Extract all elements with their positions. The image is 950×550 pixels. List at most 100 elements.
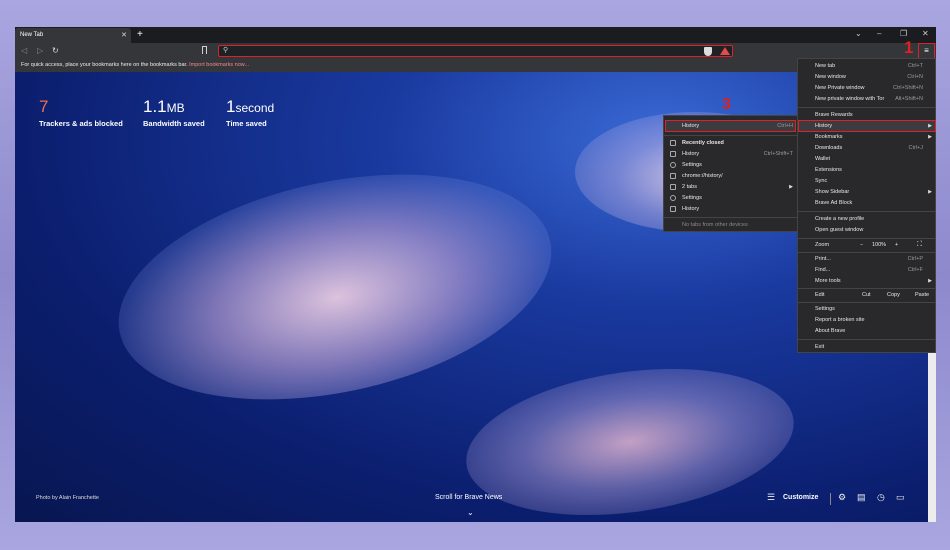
menu-brave-ad-block[interactable]: Brave Ad Block [815,200,852,206]
menu-find-shortcut: Ctrl+F [907,267,923,273]
menu-print[interactable]: Print... [815,256,831,262]
fullscreen-icon[interactable]: ⛶ [917,241,922,249]
photo-credit[interactable]: Photo by Alain Franchette [36,495,99,501]
menu-divider [798,288,935,289]
edit-paste-button[interactable]: Paste [915,292,929,298]
stat-trackers-value: 7 [39,97,49,116]
menu-new-tab-shortcut: Ctrl+T [907,63,923,69]
submenu-history[interactable]: History [682,123,699,129]
menu-settings[interactable]: Settings [815,306,835,312]
main-menu: New tab Ctrl+T New window Ctrl+N New Pri… [797,58,936,353]
bookmark-icon[interactable] [202,46,207,54]
menu-extensions[interactable]: Extensions [815,167,842,173]
customize-icon[interactable]: ☰ [767,492,775,503]
menu-brave-rewards[interactable]: Brave Rewards [815,112,853,118]
menu-create-profile[interactable]: Create a new profile [815,216,864,222]
stat-bandwidth-value: 1.1MB [143,97,185,116]
zoom-in-button[interactable]: + [895,242,898,248]
address-bar[interactable]: ⚲ [218,45,733,57]
submenu-item-2-tabs[interactable]: 2 tabs [682,184,697,190]
sidebar-arrow-icon: ▶ [928,189,932,195]
tabs-icon [670,184,676,190]
submenu-item-history[interactable]: History [682,151,699,157]
history-page-icon [670,151,676,157]
stat-trackers-label: Trackers & ads blocked [39,119,123,128]
submenu-item-chrome-history[interactable]: chrome://history/ [682,173,723,179]
menu-exit[interactable]: Exit [815,344,824,350]
menu-guest-window[interactable]: Open guest window [815,227,863,233]
menu-new-tab[interactable]: New tab [815,63,835,69]
menu-new-private-window[interactable]: New Private window [815,85,865,91]
submenu-item-settings-2[interactable]: Settings [682,195,702,201]
tab-new-tab[interactable]: New Tab ✕ [15,28,131,43]
divider [830,493,831,505]
submenu-item-history-2[interactable]: History [682,206,699,212]
tab-search-icon[interactable]: ⌄ [855,29,862,38]
menu-find[interactable]: Find... [815,267,830,273]
history-page-icon [670,173,676,179]
stat-time-label: Time saved [226,119,267,128]
zoom-out-button[interactable]: − [860,242,863,248]
chevron-down-icon[interactable]: ⌄ [467,508,474,517]
submenu-divider [664,135,797,136]
menu-report-broken-site[interactable]: Report a broken site [815,317,865,323]
no-tabs-message: No tabs from other devices [682,222,748,228]
import-bookmarks-link[interactable]: Import bookmarks now... [189,62,249,68]
background-photo-jelly-3 [456,349,804,522]
brave-rewards-icon[interactable] [720,47,730,55]
tab-close-icon[interactable]: ✕ [121,31,127,39]
scroll-for-news[interactable]: Scroll for Brave News [435,494,502,501]
stat-bandwidth: 1.1MB Bandwidth saved [143,97,205,128]
more-tools-arrow-icon: ▶ [928,278,932,284]
menu-new-private-tor-shortcut: Alt+Shift+N [895,96,923,102]
menu-show-sidebar[interactable]: Show Sidebar [815,189,849,195]
stat-trackers: 7 Trackers & ads blocked [39,97,123,128]
tab-strip: New Tab ✕ + ⌄ – ❐ ✕ [15,27,936,43]
forward-button[interactable]: ▷ [37,46,43,55]
talk-icon[interactable]: ▭ [896,492,905,503]
annotation-3: 3 [722,96,731,113]
menu-divider [798,252,935,253]
menu-print-shortcut: Ctrl+P [907,256,923,262]
bookmarks-icon[interactable]: ▤ [857,492,866,503]
edit-copy-button[interactable]: Copy [887,292,900,298]
history-icon[interactable]: ◷ [877,492,885,503]
brave-shields-icon[interactable] [704,47,712,56]
menu-downloads-shortcut: Ctrl+J [908,145,923,151]
background-photo [97,138,573,436]
submenu-item-settings[interactable]: Settings [682,162,702,168]
stat-time-value: 1second [226,97,275,116]
back-button[interactable]: ◁ [21,46,27,55]
edit-cut-button[interactable]: Cut [862,292,871,298]
menu-divider [798,339,935,340]
menu-divider [798,107,935,108]
settings-page-icon [670,162,676,168]
minimize-button[interactable]: – [877,29,881,38]
menu-new-window[interactable]: New window [815,74,846,80]
restore-button[interactable]: ❐ [900,29,907,38]
menu-wallet[interactable]: Wallet [815,156,830,162]
menu-about-brave[interactable]: About Brave [815,328,845,334]
submenu-item-history-shortcut: Ctrl+Shift+T [763,151,793,157]
menu-downloads[interactable]: Downloads [815,145,842,151]
history-page-icon [670,206,676,212]
submenu-divider [664,217,797,218]
close-window-button[interactable]: ✕ [922,29,929,38]
search-icon: ⚲ [223,47,229,54]
submenu-history-shortcut: Ctrl+H [777,123,793,129]
new-tab-button[interactable]: + [137,29,143,40]
menu-divider [798,238,935,239]
menu-history[interactable]: History [815,123,832,129]
menu-more-tools[interactable]: More tools [815,278,841,284]
reload-button[interactable]: ↻ [52,46,59,55]
menu-new-window-shortcut: Ctrl+N [907,74,923,80]
menu-new-private-tor[interactable]: New private window with Tor [815,96,884,102]
stat-bandwidth-label: Bandwidth saved [143,119,205,128]
customize-button[interactable]: Customize [783,494,818,501]
settings-icon[interactable]: ⚙ [838,492,846,503]
menu-sync[interactable]: Sync [815,178,827,184]
menu-bookmarks[interactable]: Bookmarks [815,134,843,140]
tab-title: New Tab [20,32,44,38]
annotation-1: 1 [904,38,914,57]
menu-edit-label: Edit [815,292,825,298]
